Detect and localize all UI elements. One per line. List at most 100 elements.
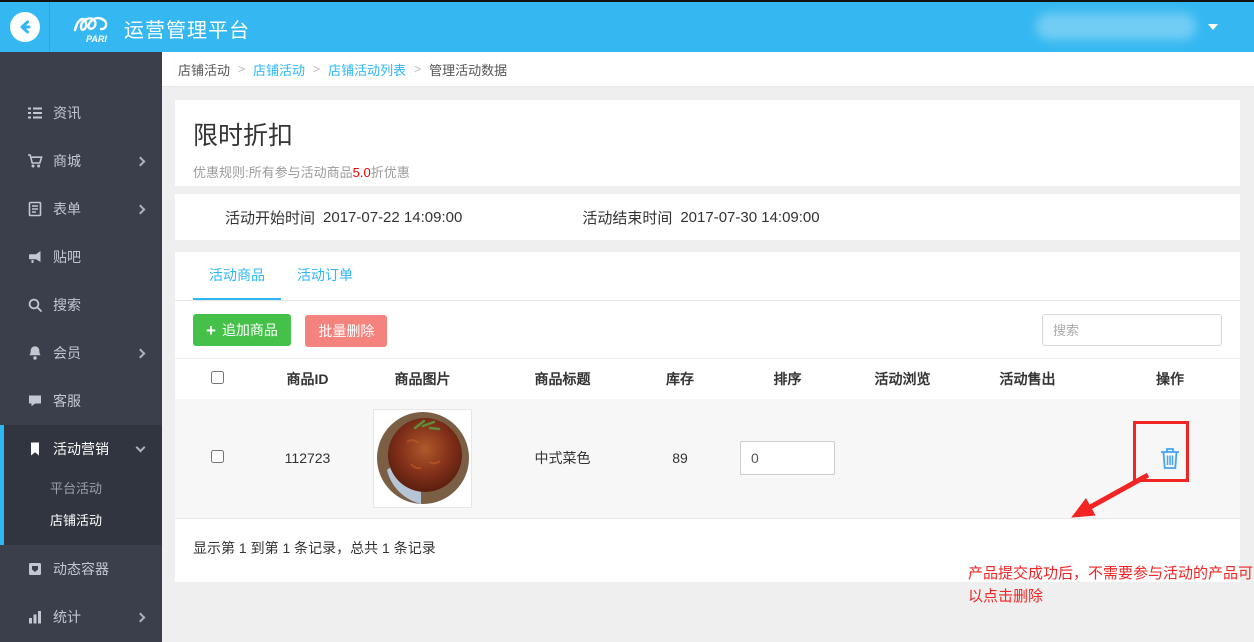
- col-product-title: 商品标题: [490, 359, 635, 399]
- sidebar-subitem-shop-activity[interactable]: 店铺活动: [4, 505, 162, 537]
- table-header-row: 商品ID 商品图片 商品标题 库存 排序 活动浏览 活动售出 操作: [175, 359, 1240, 399]
- breadcrumb-item-link[interactable]: 店铺活动列表: [328, 60, 406, 79]
- activity-title-card: 限时折扣 优惠规则:所有参与活动商品5.0折优惠: [175, 100, 1240, 186]
- end-time-group: 活动结束时间 2017-07-30 14:09:00: [582, 207, 819, 228]
- sidebar-item-marketing[interactable]: 活动营销: [4, 425, 162, 473]
- discount-rule: 优惠规则:所有参与活动商品5.0折优惠: [193, 162, 1222, 181]
- table-toolbar: + 追加商品 批量删除: [193, 314, 1222, 346]
- cell-product-title: 中式菜色: [490, 399, 635, 519]
- cell-stock: 89: [635, 399, 725, 519]
- stats-icon: [27, 609, 43, 625]
- tab-activity-orders[interactable]: 活动订单: [281, 252, 369, 300]
- tab-activity-products[interactable]: 活动商品: [193, 252, 281, 300]
- breadcrumb-item-link[interactable]: 店铺活动: [253, 60, 305, 79]
- sidebar-item-label: 动态容器: [53, 559, 109, 579]
- rule-prefix: 优惠规则:所有参与活动商品: [193, 165, 353, 180]
- col-product-image: 商品图片: [355, 359, 490, 399]
- breadcrumb-separator: >: [238, 62, 245, 76]
- rule-discount-value: 5.0: [353, 165, 371, 180]
- sidebar-item-mall[interactable]: 商城: [0, 137, 162, 185]
- list-icon: [27, 105, 43, 121]
- sidebar-group-marketing: 活动营销 平台活动 店铺活动: [0, 425, 162, 545]
- end-time-label: 活动结束时间: [582, 207, 672, 228]
- bullhorn-icon: [27, 249, 43, 265]
- form-icon: [27, 201, 43, 217]
- sort-order-input[interactable]: [740, 441, 835, 475]
- col-activity-views: 活动浏览: [850, 359, 955, 399]
- sidebar-item-statistics[interactable]: 统计: [0, 593, 162, 641]
- start-time-label: 活动开始时间: [225, 207, 315, 228]
- platform-logo-icon: PARI: [72, 11, 120, 45]
- sidebar-item-label: 客服: [53, 391, 81, 411]
- breadcrumb-separator: >: [414, 62, 421, 76]
- chevron-right-icon: [136, 348, 146, 358]
- col-product-id: 商品ID: [260, 359, 355, 399]
- product-image[interactable]: [373, 409, 472, 508]
- top-header-bar: PARI 运营管理平台: [0, 0, 1254, 52]
- breadcrumb-item-current: 管理活动数据: [429, 60, 507, 79]
- row-checkbox[interactable]: [211, 450, 224, 463]
- back-button[interactable]: [0, 2, 50, 52]
- col-stock: 库存: [635, 359, 725, 399]
- batch-delete-label: 批量删除: [318, 321, 374, 341]
- sidebar-item-label: 搜索: [53, 295, 81, 315]
- cell-sort: [725, 399, 850, 519]
- plus-icon: +: [206, 322, 216, 339]
- dish-photo-icon: [377, 412, 469, 504]
- add-product-label: 追加商品: [222, 320, 278, 340]
- bookmark-icon: [27, 441, 43, 457]
- platform-title: 运营管理平台: [124, 14, 250, 43]
- back-arrow-icon: [10, 12, 40, 42]
- start-time-group: 活动开始时间 2017-07-22 14:09:00: [225, 207, 462, 228]
- sidebar-item-label: 统计: [53, 607, 81, 627]
- bell-icon: [27, 345, 43, 361]
- sidebar-item-label: 贴吧: [53, 247, 81, 267]
- col-sort: 排序: [725, 359, 850, 399]
- batch-delete-button[interactable]: 批量删除: [305, 315, 387, 347]
- add-product-button[interactable]: + 追加商品: [193, 314, 291, 346]
- search-icon: [27, 297, 43, 313]
- chevron-right-icon: [136, 204, 146, 214]
- tab-bar: 活动商品 活动订单: [175, 252, 1240, 301]
- pagination-summary: 显示第 1 到第 1 条记录，总共 1 条记录: [193, 538, 1240, 558]
- sidebar-item-label: 商城: [53, 151, 81, 171]
- user-account-redacted[interactable]: [1036, 13, 1196, 40]
- activity-time-bar: 活动开始时间 2017-07-22 14:09:00 活动结束时间 2017-0…: [175, 194, 1240, 240]
- cell-activity-views: [850, 399, 955, 519]
- activity-products-card: 活动商品 活动订单 + 追加商品 批量删除 商品ID 商品图片 商: [175, 252, 1240, 582]
- sidebar-item-label: 活动营销: [53, 439, 109, 459]
- platform-logo: PARI 运营管理平台: [72, 6, 250, 50]
- annotation-arrow-icon: [1040, 465, 1160, 530]
- sidebar-item-news[interactable]: 资讯: [0, 89, 162, 137]
- sidebar-item-dynamic-container[interactable]: 动态容器: [0, 545, 162, 593]
- sidebar-subitem-platform-activity[interactable]: 平台活动: [4, 473, 162, 505]
- sidebar-item-forms[interactable]: 表单: [0, 185, 162, 233]
- breadcrumb-item: 店铺活动: [178, 60, 230, 79]
- chevron-right-icon: [136, 156, 146, 166]
- svg-text:PARI: PARI: [86, 34, 107, 44]
- chat-icon: [27, 393, 43, 409]
- end-time-value: 2017-07-30 14:09:00: [680, 209, 819, 226]
- sidebar: 资讯 商城 表单 贴吧 搜索 会员: [0, 52, 162, 642]
- sidebar-item-search[interactable]: 搜索: [0, 281, 162, 329]
- cell-product-id: 112723: [260, 399, 355, 519]
- col-activity-sold: 活动售出: [955, 359, 1100, 399]
- select-all-checkbox[interactable]: [211, 371, 224, 384]
- cart-icon: [27, 153, 43, 169]
- breadcrumb-separator: >: [313, 62, 320, 76]
- rule-suffix: 折优惠: [371, 165, 410, 180]
- user-menu-caret-icon[interactable]: [1208, 24, 1218, 30]
- page-title: 限时折扣: [193, 116, 1222, 152]
- chevron-right-icon: [136, 612, 146, 622]
- sidebar-item-forum[interactable]: 贴吧: [0, 233, 162, 281]
- app-window: PARI 运营管理平台 资讯 商城 表单 贴: [0, 0, 1254, 642]
- chevron-down-icon: [136, 443, 146, 453]
- cell-product-image: [355, 399, 490, 519]
- sidebar-item-support[interactable]: 客服: [0, 377, 162, 425]
- search-input[interactable]: [1042, 314, 1222, 346]
- sidebar-item-members[interactable]: 会员: [0, 329, 162, 377]
- col-actions: 操作: [1100, 359, 1240, 399]
- annotation-note: 产品提交成功后，不需要参与活动的产品可以点击删除: [968, 562, 1254, 609]
- container-icon: [27, 561, 43, 577]
- sidebar-item-label: 表单: [53, 199, 81, 219]
